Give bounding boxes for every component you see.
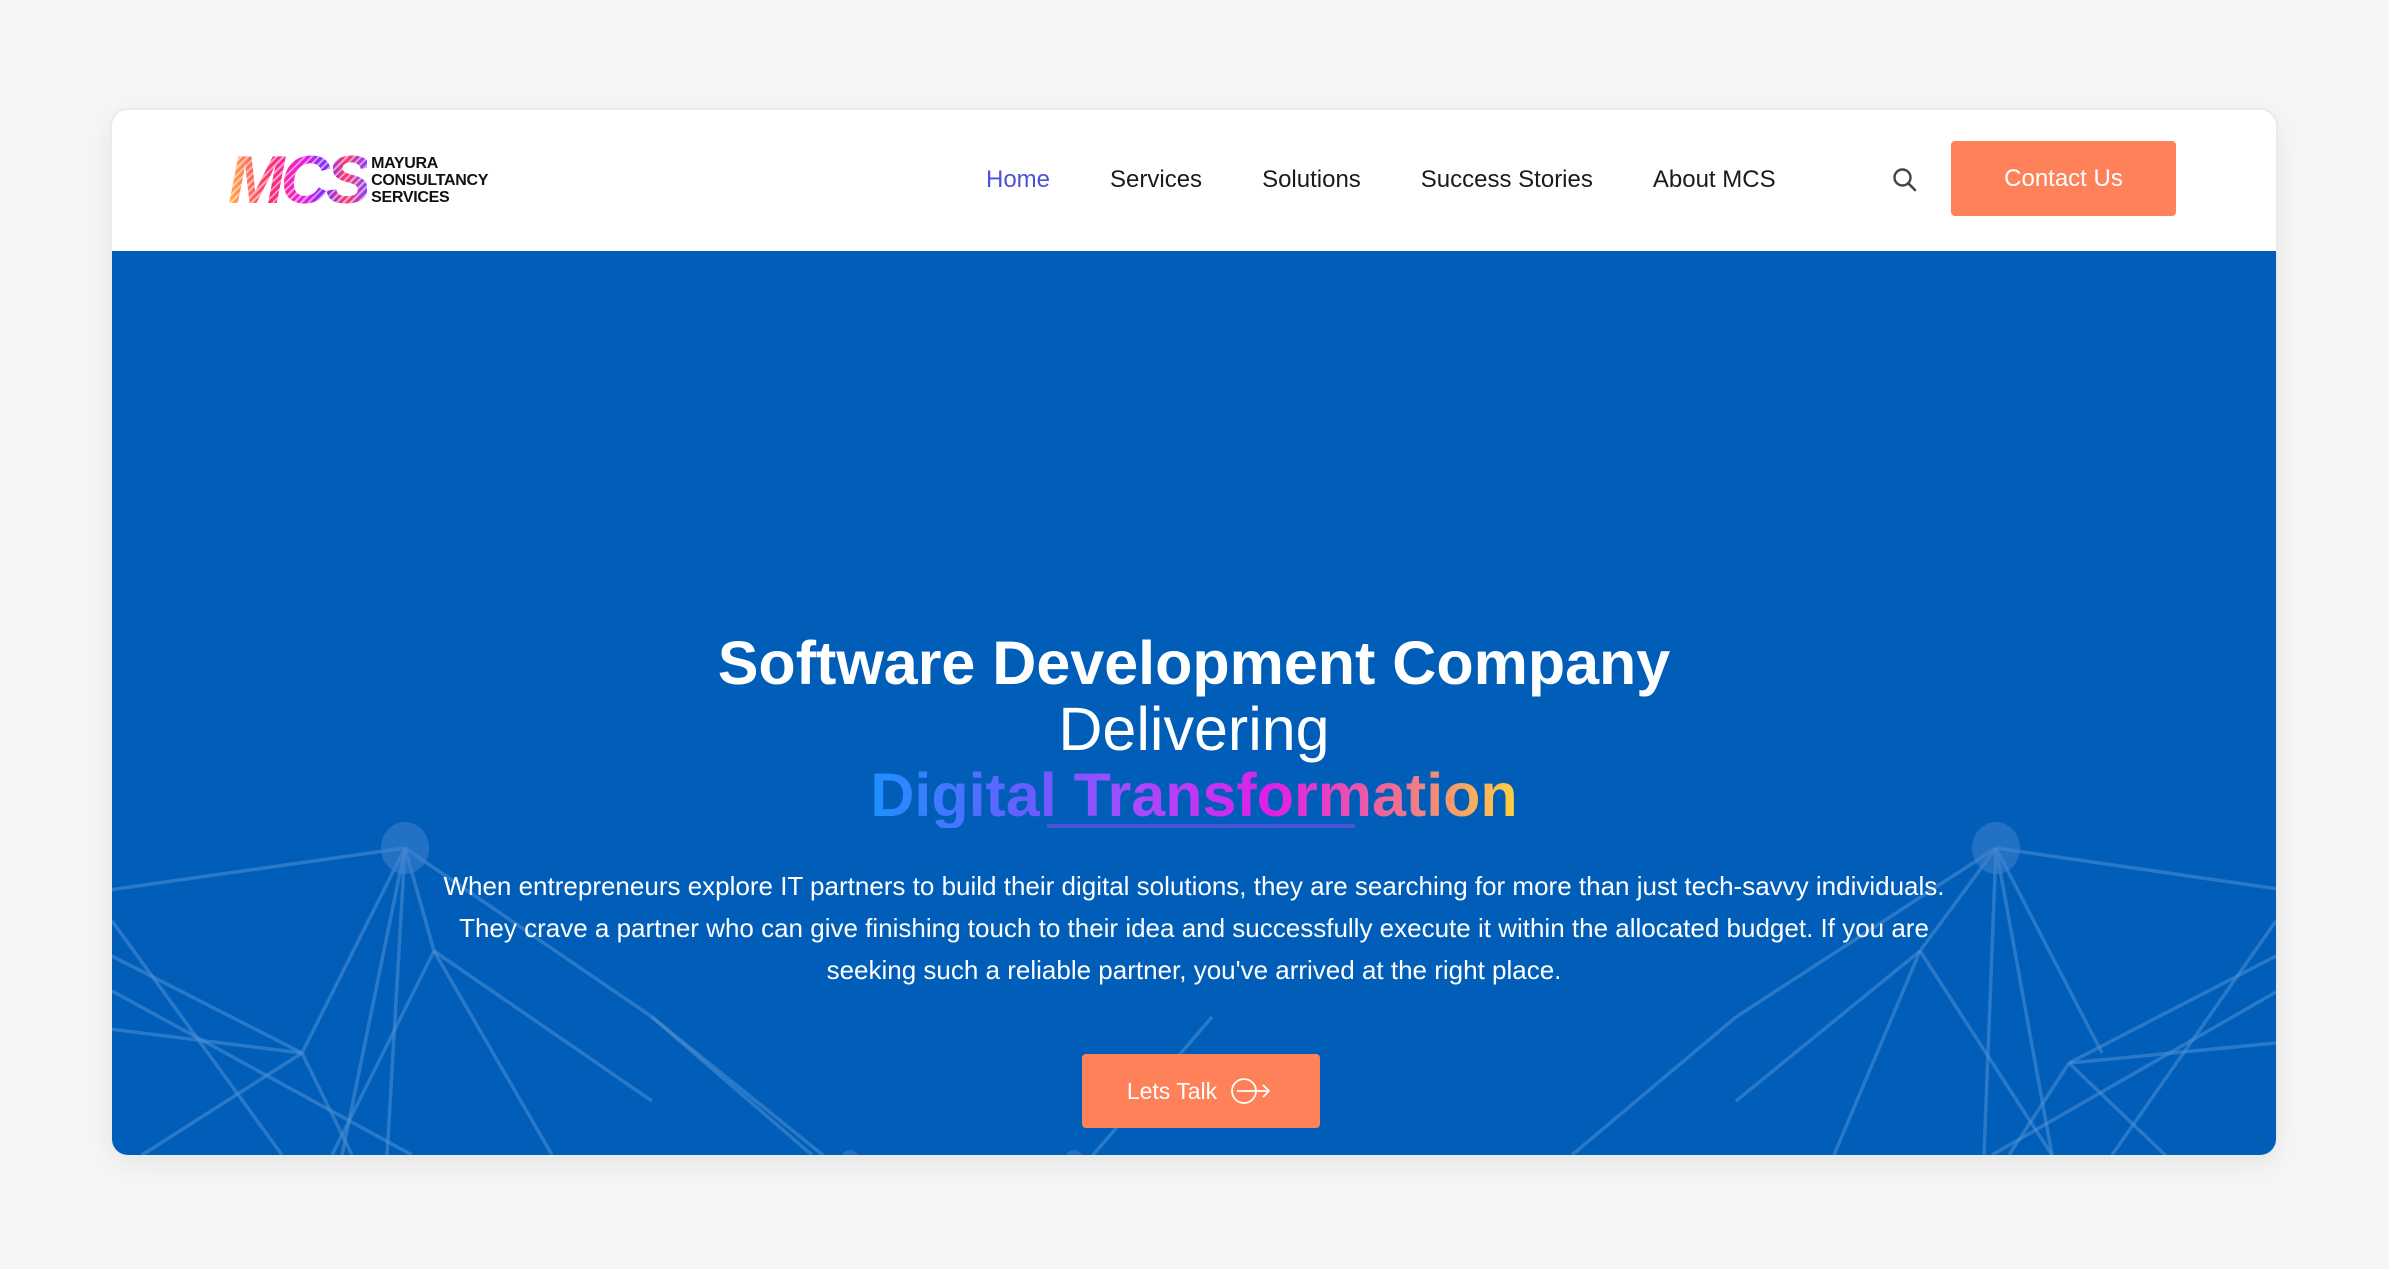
navbar: MCS Mayura Consultancy Services Home Ser…	[112, 110, 2276, 251]
lets-talk-label: Lets Talk	[1126, 1077, 1218, 1104]
logo-wordmark: Mayura Consultancy Services	[371, 155, 488, 206]
hero-description: When entrepreneurs explore IT partners t…	[443, 871, 1945, 985]
hero-section: Software Development Company Delivering …	[112, 251, 2276, 1155]
nav-item-about-mcs[interactable]: About MCS	[1653, 166, 1776, 194]
logo-mark: MCS	[228, 142, 368, 218]
search-button[interactable]	[1888, 163, 1922, 197]
lets-talk-button[interactable]: Lets Talk	[1082, 1054, 1320, 1128]
nav-item-success-stories[interactable]: Success Stories	[1421, 166, 1593, 194]
hero-title: Software Development Company Delivering …	[112, 630, 2276, 828]
search-icon	[1893, 168, 1917, 192]
circle-arrow-right-icon	[1231, 1078, 1271, 1104]
main-nav: Home Services Solutions Success Stories …	[986, 158, 1836, 202]
contact-us-button[interactable]: Contact Us	[1951, 141, 2176, 216]
website-card: MCS Mayura Consultancy Services Home Ser…	[112, 110, 2276, 1155]
title-divider	[1047, 824, 1355, 828]
nav-item-services[interactable]: Services	[1110, 166, 1202, 194]
hero-title-line-1: Software Development Company	[717, 628, 1671, 697]
logo-line: Consultancy	[371, 171, 489, 189]
hero-title-line-2: Delivering	[1058, 694, 1330, 763]
hero-title-highlight: Digital Transformation	[870, 760, 1518, 829]
nav-item-home[interactable]: Home	[986, 166, 1050, 194]
nav-item-solutions[interactable]: Solutions	[1262, 166, 1361, 194]
logo[interactable]: MCS Mayura Consultancy Services	[228, 150, 488, 210]
logo-line: Services	[371, 188, 450, 206]
logo-line: Mayura	[371, 154, 439, 172]
